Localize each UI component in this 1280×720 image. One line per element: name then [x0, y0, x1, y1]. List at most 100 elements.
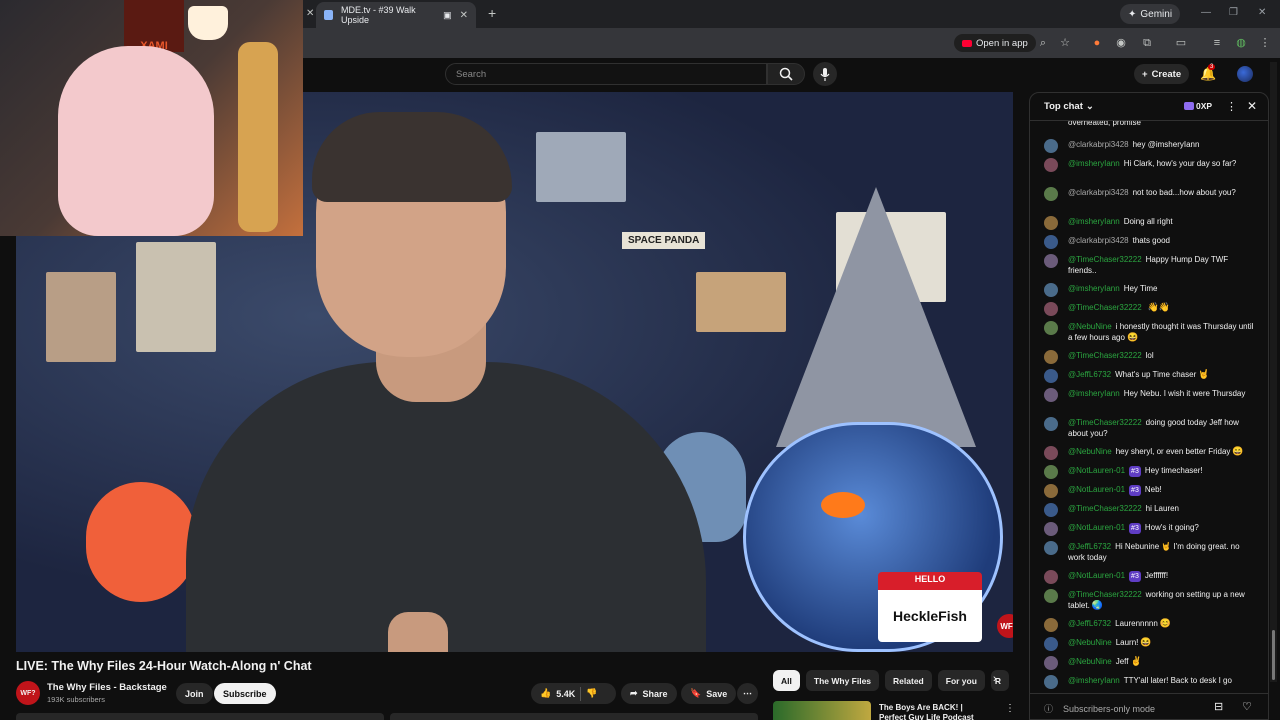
subscribe-button[interactable]: Subscribe — [214, 683, 276, 704]
chip-all[interactable]: All — [773, 670, 800, 691]
thumbs-up-icon[interactable]: 👍 — [540, 688, 551, 699]
chat-author-avatar[interactable] — [1044, 254, 1058, 268]
chat-author-name[interactable]: @imsheryIann — [1068, 217, 1120, 226]
chat-author-name[interactable]: @TimeChaser32222 — [1068, 504, 1142, 513]
chat-author-avatar[interactable] — [1044, 465, 1058, 479]
chip-for-you[interactable]: For you — [937, 670, 985, 691]
zoom-icon[interactable]: ⌕ — [1036, 36, 1050, 50]
chat-message[interactable]: @NotLauren-01 #3 Neb! — [1044, 484, 1258, 498]
chat-message[interactable]: @TimeChaser32222 working on setting up a … — [1044, 589, 1258, 611]
extension-shield-icon[interactable]: ◉ — [1114, 36, 1128, 50]
dollar-icon[interactable]: ⊟ — [1214, 700, 1223, 713]
extensions-puzzle-icon[interactable]: ⧉ — [1140, 36, 1154, 50]
chat-message[interactable]: @JeffL6732 What's up Time chaser 🤘 — [1044, 369, 1258, 383]
page-scrollbar[interactable] — [1270, 62, 1277, 682]
chat-author-name[interactable]: @JeffL6732 — [1068, 542, 1111, 551]
chat-message[interactable]: overheated, promise — [1044, 121, 1258, 128]
create-button[interactable]: + Create — [1134, 64, 1190, 84]
new-tab-icon[interactable]: + — [488, 5, 496, 21]
chat-message[interactable]: @NebuNine hey sheryl, or even better Frid… — [1044, 446, 1258, 460]
chat-message[interactable]: @NebuNine i honestly thought it was Thurs… — [1044, 321, 1258, 343]
extension-fox-icon[interactable]: ● — [1090, 36, 1104, 50]
chat-message[interactable]: @NebuNine Jeff ✌ — [1044, 656, 1258, 670]
chat-author-avatar[interactable] — [1044, 484, 1058, 498]
xp-indicator[interactable]: 0XP — [1184, 101, 1212, 111]
chat-message[interactable]: @TimeChaser32222 doing good today Jeff ho… — [1044, 417, 1258, 439]
chat-author-name[interactable]: @NebuNine — [1068, 638, 1112, 647]
close-window-icon[interactable]: ✕ — [1258, 7, 1266, 18]
chat-author-avatar[interactable] — [1044, 321, 1058, 335]
minimize-icon[interactable]: — — [1201, 7, 1211, 18]
chat-author-name[interactable]: @TimeChaser32222 — [1068, 590, 1142, 599]
chat-author-name[interactable]: @NotLauren-01 — [1068, 466, 1125, 475]
profile-icon[interactable]: ◍ — [1234, 36, 1248, 50]
recommended-video-thumbnail[interactable] — [773, 701, 871, 720]
chat-author-name[interactable]: @imsheryIann — [1068, 389, 1120, 398]
chat-author-name[interactable]: @NotLauren-01 — [1068, 485, 1125, 494]
chat-message[interactable]: @clarkabrpi3428 not too bad...how about y… — [1044, 187, 1258, 201]
channel-name[interactable]: The Why Files - Backstage — [47, 682, 167, 693]
page-scrollbar-thumb[interactable] — [1272, 630, 1275, 680]
chat-message-list[interactable]: overheated, promise @clarkabrpi3428 hey @i… — [1030, 121, 1268, 689]
chat-author-avatar[interactable] — [1044, 139, 1058, 153]
heart-icon[interactable]: ♡ — [1242, 700, 1252, 713]
chat-author-avatar[interactable] — [1044, 618, 1058, 632]
chat-mode-dropdown[interactable]: Top chat ⌄ — [1044, 101, 1094, 112]
chevron-right-icon[interactable]: › — [993, 673, 997, 685]
chat-author-name[interactable]: @imsheryIann — [1068, 284, 1120, 293]
open-in-app-button[interactable]: Open in app — [954, 34, 1036, 52]
chat-message[interactable]: @NotLauren-01 #3 Hey timechaser! — [1044, 465, 1258, 479]
chat-author-name[interactable]: @NotLauren-01 — [1068, 523, 1125, 532]
restore-icon[interactable]: ❐ — [1229, 7, 1238, 18]
chat-message[interactable]: @TimeChaser32222 hi Lauren — [1044, 503, 1258, 517]
chat-author-avatar[interactable] — [1044, 589, 1058, 603]
more-vertical-icon[interactable]: ⋮ — [1005, 703, 1015, 714]
chat-message[interactable]: @TimeChaser32222 Happy Hump Day TWF frien… — [1044, 254, 1258, 276]
chat-author-name[interactable]: @clarkabrpi3428 — [1068, 236, 1129, 245]
chat-message[interactable]: @NebuNine Laurn! 😆 — [1044, 637, 1258, 651]
chat-message[interactable]: @NotLauren-01 #3 Jeffffff! — [1044, 570, 1258, 584]
chat-author-name[interactable]: @clarkabrpi3428 — [1068, 140, 1129, 149]
chat-message[interactable]: @imsheryIann Hey Nebu. I wish it were Thu… — [1044, 388, 1258, 402]
close-icon[interactable]: ✕ — [1247, 99, 1257, 113]
chat-author-avatar[interactable] — [1044, 570, 1058, 584]
gemini-button[interactable]: ✦ Gemini — [1120, 4, 1181, 24]
channel-avatar[interactable]: WF? — [16, 681, 40, 705]
chat-author-avatar[interactable] — [1044, 369, 1058, 383]
close-icon[interactable]: ✕ — [306, 8, 314, 19]
chat-author-avatar[interactable] — [1044, 235, 1058, 249]
more-actions-button[interactable]: ⋯ — [737, 683, 758, 704]
chat-author-name[interactable]: @TimeChaser32222 — [1068, 351, 1142, 360]
chat-author-avatar[interactable] — [1044, 417, 1058, 431]
browser-tab[interactable]: MDE.tv - #39 Walk Upside ▣ ✕ — [316, 2, 476, 28]
chat-author-name[interactable]: @NebuNine — [1068, 322, 1112, 331]
more-vertical-icon[interactable]: ⋮ — [1226, 100, 1237, 113]
search-button[interactable] — [767, 63, 805, 85]
chat-author-avatar[interactable] — [1044, 187, 1058, 201]
chat-author-avatar[interactable] — [1044, 302, 1058, 316]
chat-author-name[interactable]: @imsheryIann — [1068, 159, 1120, 168]
chat-author-avatar[interactable] — [1044, 541, 1058, 555]
chip-related[interactable]: Related — [885, 670, 932, 691]
voice-search-button[interactable] — [813, 62, 837, 86]
chat-message[interactable]: @imsheryIann Doing all right — [1044, 216, 1258, 230]
description-box[interactable] — [16, 713, 384, 720]
chat-author-name[interactable]: @JeffL6732 — [1068, 370, 1111, 379]
chat-author-name[interactable]: @TimeChaser32222 — [1068, 255, 1142, 264]
browser-menu-icon[interactable]: ⋮ — [1258, 36, 1272, 50]
cast-icon[interactable]: ▭ — [1174, 36, 1188, 50]
search-input[interactable]: Search — [445, 63, 767, 85]
chat-author-avatar[interactable] — [1044, 283, 1058, 297]
chat-message[interactable]: @TimeChaser32222 👋👋 — [1044, 302, 1258, 316]
chat-author-avatar[interactable] — [1044, 216, 1058, 230]
chat-message[interactable]: @JeffL6732 Hi Nebunine 🤘 I'm doing great.… — [1044, 541, 1258, 563]
chat-author-avatar[interactable] — [1044, 522, 1058, 536]
chat-author-avatar[interactable] — [1044, 656, 1058, 670]
chat-message[interactable]: @TimeChaser32222 lol — [1044, 350, 1258, 364]
comments-box[interactable] — [390, 713, 758, 720]
reading-list-icon[interactable]: ≡ — [1210, 36, 1224, 50]
chat-author-name[interactable]: @JeffL6732 — [1068, 619, 1111, 628]
chat-author-avatar[interactable] — [1044, 637, 1058, 651]
chat-author-name[interactable]: @TimeChaser32222 — [1068, 303, 1142, 312]
chat-author-avatar[interactable] — [1044, 503, 1058, 517]
